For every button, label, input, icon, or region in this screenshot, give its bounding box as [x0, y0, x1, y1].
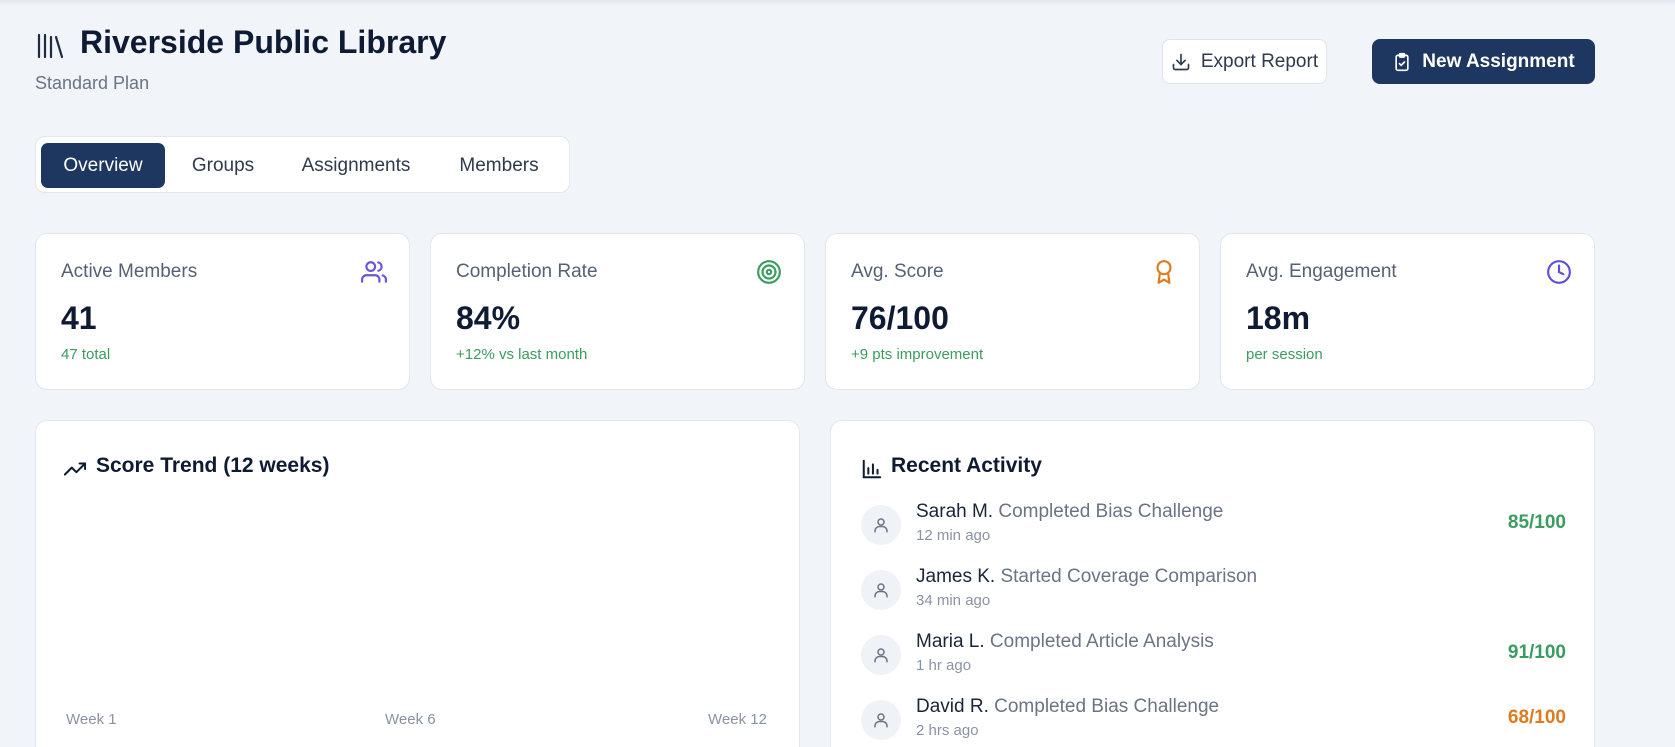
stat-card-completion-rate: Completion Rate 84% +12% vs last month	[430, 233, 805, 390]
activity-user-name: David R.	[916, 696, 989, 717]
stat-value: 18m	[1246, 300, 1311, 336]
activity-user-name: Maria L.	[916, 631, 985, 652]
stat-value: 84%	[456, 300, 521, 336]
export-report-button[interactable]: Export Report	[1162, 39, 1327, 84]
stat-label: Active Members	[61, 261, 198, 282]
user-icon	[874, 583, 888, 598]
user-icon	[874, 713, 888, 728]
activity-time: 2 hrs ago	[916, 722, 979, 739]
bar-chart-icon	[862, 459, 882, 479]
target-icon	[757, 260, 781, 284]
new-assignment-label: New Assignment	[1422, 50, 1575, 72]
tab-assignments[interactable]: Assignments	[281, 143, 431, 188]
activity-time: 12 min ago	[916, 527, 991, 544]
stat-label: Avg. Score	[851, 261, 944, 282]
stat-note: +9 pts improvement	[851, 346, 984, 363]
stat-note: +12% vs last month	[456, 346, 588, 363]
avatar	[861, 570, 901, 610]
recent-activity-title: Recent Activity	[891, 454, 1042, 477]
clipboard-check-icon	[1395, 52, 1409, 71]
users-icon	[361, 261, 387, 283]
recent-activity-panel: Recent Activity Sarah M. Completed Bias …	[830, 420, 1595, 747]
activity-row[interactable]: Sarah M. Completed Bias Challenge 12 min…	[861, 501, 1566, 551]
tab-bar: Overview Groups Assignments Members	[35, 136, 570, 193]
activity-action: Completed Article Analysis	[989, 631, 1214, 652]
activity-user-name: Sarah M.	[916, 501, 994, 522]
activity-time: 1 hr ago	[916, 657, 972, 674]
avatar	[861, 700, 901, 740]
user-icon	[874, 648, 888, 663]
trending-up-icon	[64, 462, 86, 476]
axis-label-week-6: Week 6	[385, 711, 436, 728]
award-icon	[1156, 260, 1172, 284]
stat-note: 47 total	[61, 346, 111, 363]
clock-icon	[1547, 260, 1571, 284]
score-trend-title: Score Trend (12 weeks)	[96, 454, 330, 477]
stat-label: Completion Rate	[456, 261, 598, 282]
activity-score: 85/100	[1507, 512, 1566, 533]
top-shadow	[0, 0, 1675, 6]
avatar	[861, 505, 901, 545]
stat-label: Avg. Engagement	[1246, 261, 1397, 282]
activity-user-name: James K.	[916, 566, 996, 587]
activity-score: 68/100	[1507, 707, 1566, 728]
stat-card-avg-score: Avg. Score 76/100 +9 pts improvement	[825, 233, 1200, 390]
activity-row[interactable]: Maria L. Completed Article Analysis 1 hr…	[861, 631, 1566, 681]
activity-score: 91/100	[1507, 642, 1566, 663]
tab-groups[interactable]: Groups	[173, 143, 273, 188]
activity-time: 34 min ago	[916, 592, 991, 609]
tab-overview[interactable]: Overview	[41, 143, 165, 188]
stat-value: 41	[61, 300, 97, 336]
activity-row[interactable]: David R. Completed Bias Challenge 2 hrs …	[861, 696, 1566, 746]
stat-card-active-members: Active Members 41 47 total	[35, 233, 410, 390]
activity-text: Maria L. Completed Article Analysis	[916, 631, 1214, 653]
activity-text: James K. Started Coverage Comparison	[916, 566, 1257, 588]
axis-label-week-12: Week 12	[708, 711, 767, 728]
activity-row[interactable]: James K. Started Coverage Comparison 34 …	[861, 566, 1566, 616]
activity-action: Started Coverage Comparison	[1000, 566, 1258, 587]
stat-card-avg-engagement: Avg. Engagement 18m per session	[1220, 233, 1595, 390]
score-trend-chart-area	[66, 511, 766, 696]
tab-members[interactable]: Members	[439, 143, 559, 188]
download-icon	[1172, 53, 1190, 70]
activity-text: Sarah M. Completed Bias Challenge	[916, 501, 1223, 523]
activity-text: David R. Completed Bias Challenge	[916, 696, 1219, 718]
activity-action: Completed Bias Challenge	[994, 696, 1220, 717]
new-assignment-button[interactable]: New Assignment	[1372, 39, 1595, 84]
export-report-label: Export Report	[1200, 50, 1319, 72]
page-title: Riverside Public Library	[80, 24, 447, 60]
avatar	[861, 635, 901, 675]
score-trend-panel: Score Trend (12 weeks) Week 1 Week 6 Wee…	[35, 420, 800, 747]
plan-subtitle: Standard Plan	[35, 73, 150, 93]
library-icon	[37, 33, 64, 59]
user-icon	[874, 518, 888, 533]
axis-label-week-1: Week 1	[66, 711, 117, 728]
stat-value: 76/100	[851, 300, 949, 336]
activity-action: Completed Bias Challenge	[998, 501, 1224, 522]
stat-note: per session	[1246, 346, 1323, 363]
